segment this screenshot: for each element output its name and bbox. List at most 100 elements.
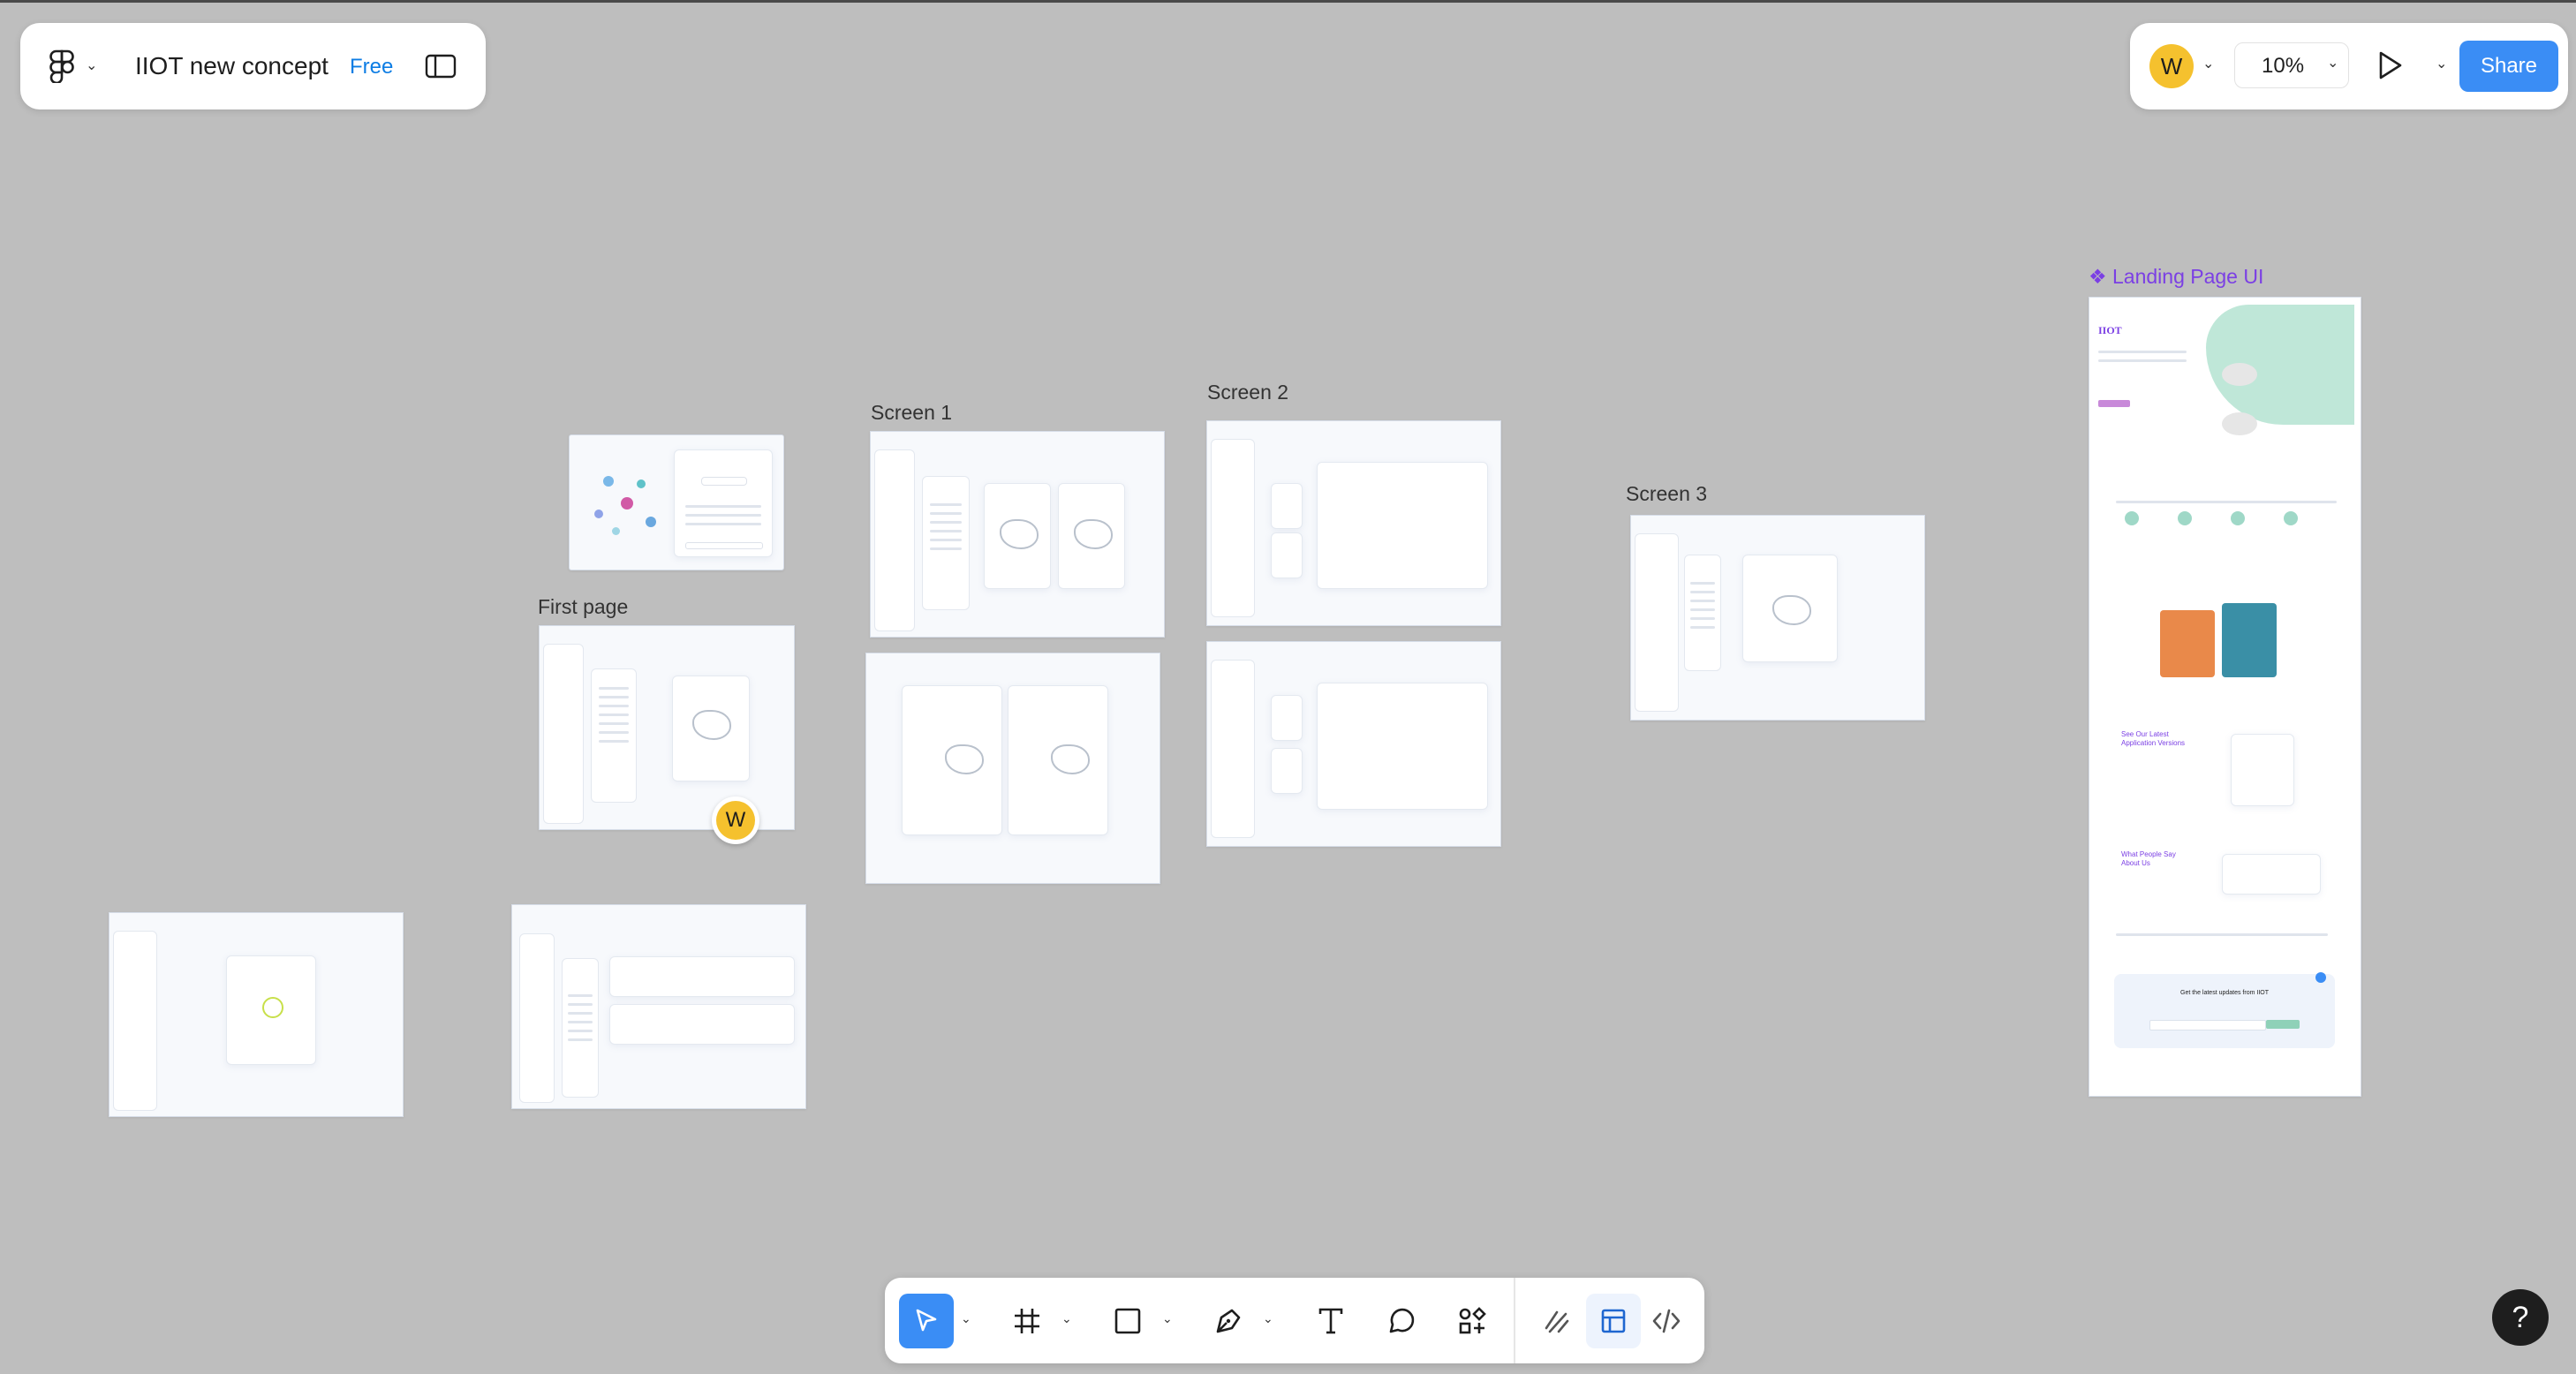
frame-label-screen-3[interactable]: Screen 3	[1626, 482, 1707, 506]
frame-hash-icon	[1015, 1309, 1039, 1333]
molecule-node	[594, 510, 603, 518]
login-card	[674, 449, 773, 557]
sidebar-mock	[1211, 439, 1255, 617]
device-card-mock	[984, 483, 1051, 589]
share-button[interactable]: Share	[2459, 41, 2558, 92]
landing-page-frame[interactable]: IIOT See Our Latest Application Versions…	[2089, 297, 2361, 1097]
pen-tool-button[interactable]	[1201, 1294, 1256, 1348]
sidebar-mock	[1211, 660, 1255, 838]
empty-state-frame[interactable]	[109, 912, 404, 1117]
product-card-orange	[2160, 610, 2215, 677]
avatar-initial: W	[2160, 52, 2183, 79]
help-label: ?	[2512, 1300, 2529, 1334]
device-illustration	[2222, 363, 2257, 386]
chevron-down-icon[interactable]: ⌄	[1263, 1311, 1273, 1326]
versions-section-title: See Our Latest Application Versions	[2121, 730, 2186, 747]
collaborator-cursor-avatar[interactable]: W	[712, 796, 759, 844]
chevron-down-icon[interactable]: ⌄	[1061, 1311, 1072, 1326]
text-tool-button[interactable]	[1303, 1294, 1358, 1348]
molecule-node	[637, 479, 646, 488]
app-preview-mock	[2231, 734, 2294, 806]
frame-label-first-page[interactable]: First page	[538, 595, 628, 619]
plan-badge[interactable]: Free	[350, 55, 393, 79]
molecule-node	[603, 476, 614, 487]
help-button[interactable]: ?	[2492, 1289, 2549, 1346]
device-card-mock	[902, 685, 1002, 835]
device-card-mock	[1008, 685, 1108, 835]
newsletter-box: Get the latest updates from IIOT	[2114, 974, 2335, 1048]
testimonials-title: What People Say About Us	[2121, 850, 2176, 867]
screen-2-frame[interactable]	[1206, 420, 1501, 626]
present-button[interactable]	[2374, 48, 2409, 87]
chat-widget-icon	[2315, 972, 2326, 983]
chevron-down-icon[interactable]: ⌄	[2202, 55, 2214, 72]
menu-panel-mock	[562, 958, 599, 1098]
frame-label-screen-2[interactable]: Screen 2	[1207, 381, 1288, 404]
frame-label-landing-page[interactable]: ❖ Landing Page UI	[2089, 265, 2263, 289]
chevron-down-icon[interactable]: ⌄	[1162, 1311, 1173, 1326]
molecule-node	[612, 527, 620, 535]
draw-mode-button[interactable]	[1530, 1294, 1584, 1348]
file-header-panel: ⌄ IIOT new concept Free	[20, 23, 486, 109]
zoom-dropdown[interactable]: 10% ⌄	[2234, 42, 2349, 88]
grid-panel-mock	[1317, 462, 1488, 589]
chevron-down-icon[interactable]: ⌄	[2436, 55, 2447, 72]
actions-tool-button[interactable]	[1445, 1294, 1500, 1348]
grid-panel-mock	[1317, 683, 1488, 810]
cursor-arrow-icon	[916, 1309, 937, 1332]
screen-3-frame[interactable]	[1630, 515, 1925, 721]
play-icon	[2379, 51, 2402, 79]
sidebar-mock	[519, 933, 555, 1103]
screen-2b-frame[interactable]	[1206, 641, 1501, 847]
share-label: Share	[2480, 54, 2538, 78]
shape-tool-button[interactable]	[1100, 1294, 1155, 1348]
small-card-mock	[1271, 695, 1303, 741]
design-mode-button[interactable]	[1586, 1294, 1641, 1348]
frame-label-screen-1[interactable]: Screen 1	[871, 401, 952, 425]
connection-row-mock	[609, 1004, 795, 1045]
top-right-panel: W ⌄ 10% ⌄ ⌄ Share	[2130, 23, 2568, 109]
menu-panel-mock	[1684, 555, 1721, 671]
connection-row-mock	[609, 956, 795, 997]
sidebar-icon	[425, 54, 457, 79]
cta-button-mock	[2098, 400, 2130, 407]
device-card-mock	[672, 676, 750, 781]
feature-icons-row	[2107, 506, 2337, 559]
dev-mode-button[interactable]	[1639, 1294, 1694, 1348]
sidebar-toggle-button[interactable]	[425, 53, 460, 81]
device-card-mock	[1742, 555, 1838, 662]
move-tool-button[interactable]	[899, 1294, 954, 1348]
components-grid-icon	[1459, 1307, 1486, 1334]
login-frame[interactable]	[569, 434, 784, 570]
main-menu-button[interactable]: ⌄	[47, 48, 109, 85]
chevron-down-icon: ⌄	[86, 58, 98, 73]
file-name[interactable]: IIOT new concept	[135, 52, 329, 80]
sidebar-mock	[874, 449, 915, 631]
device-illustration	[2222, 412, 2257, 435]
molecule-node	[621, 497, 633, 510]
small-card-mock	[1271, 532, 1303, 578]
code-brackets-icon	[1652, 1309, 1681, 1333]
molecule-node	[646, 517, 656, 527]
zoom-value: 10%	[2262, 54, 2305, 78]
small-card-mock	[1271, 748, 1303, 794]
comment-tool-button[interactable]	[1374, 1294, 1429, 1348]
first-page-frame[interactable]	[539, 625, 795, 830]
newsletter-title: Get the latest updates from IIOT	[2180, 990, 2269, 996]
toolbar-divider	[1514, 1278, 1515, 1363]
testimonial-card-mock	[2222, 854, 2321, 895]
connections-frame[interactable]	[511, 904, 806, 1109]
screen-1b-frame[interactable]	[865, 653, 1160, 884]
small-card-mock	[1271, 483, 1303, 529]
user-avatar-button[interactable]: W	[2149, 44, 2194, 88]
landing-logo: IIOT	[2098, 324, 2122, 336]
collaborator-initial: W	[725, 808, 746, 832]
empty-state-card	[226, 955, 316, 1065]
frame-tool-button[interactable]	[1000, 1294, 1054, 1348]
text-t-icon	[1318, 1308, 1343, 1334]
sidebar-mock	[543, 644, 584, 824]
draw-squiggle-icon	[1545, 1310, 1569, 1333]
chevron-down-icon[interactable]: ⌄	[961, 1311, 971, 1326]
figma-logo-icon	[49, 49, 74, 83]
screen-1-frame[interactable]	[870, 431, 1165, 638]
